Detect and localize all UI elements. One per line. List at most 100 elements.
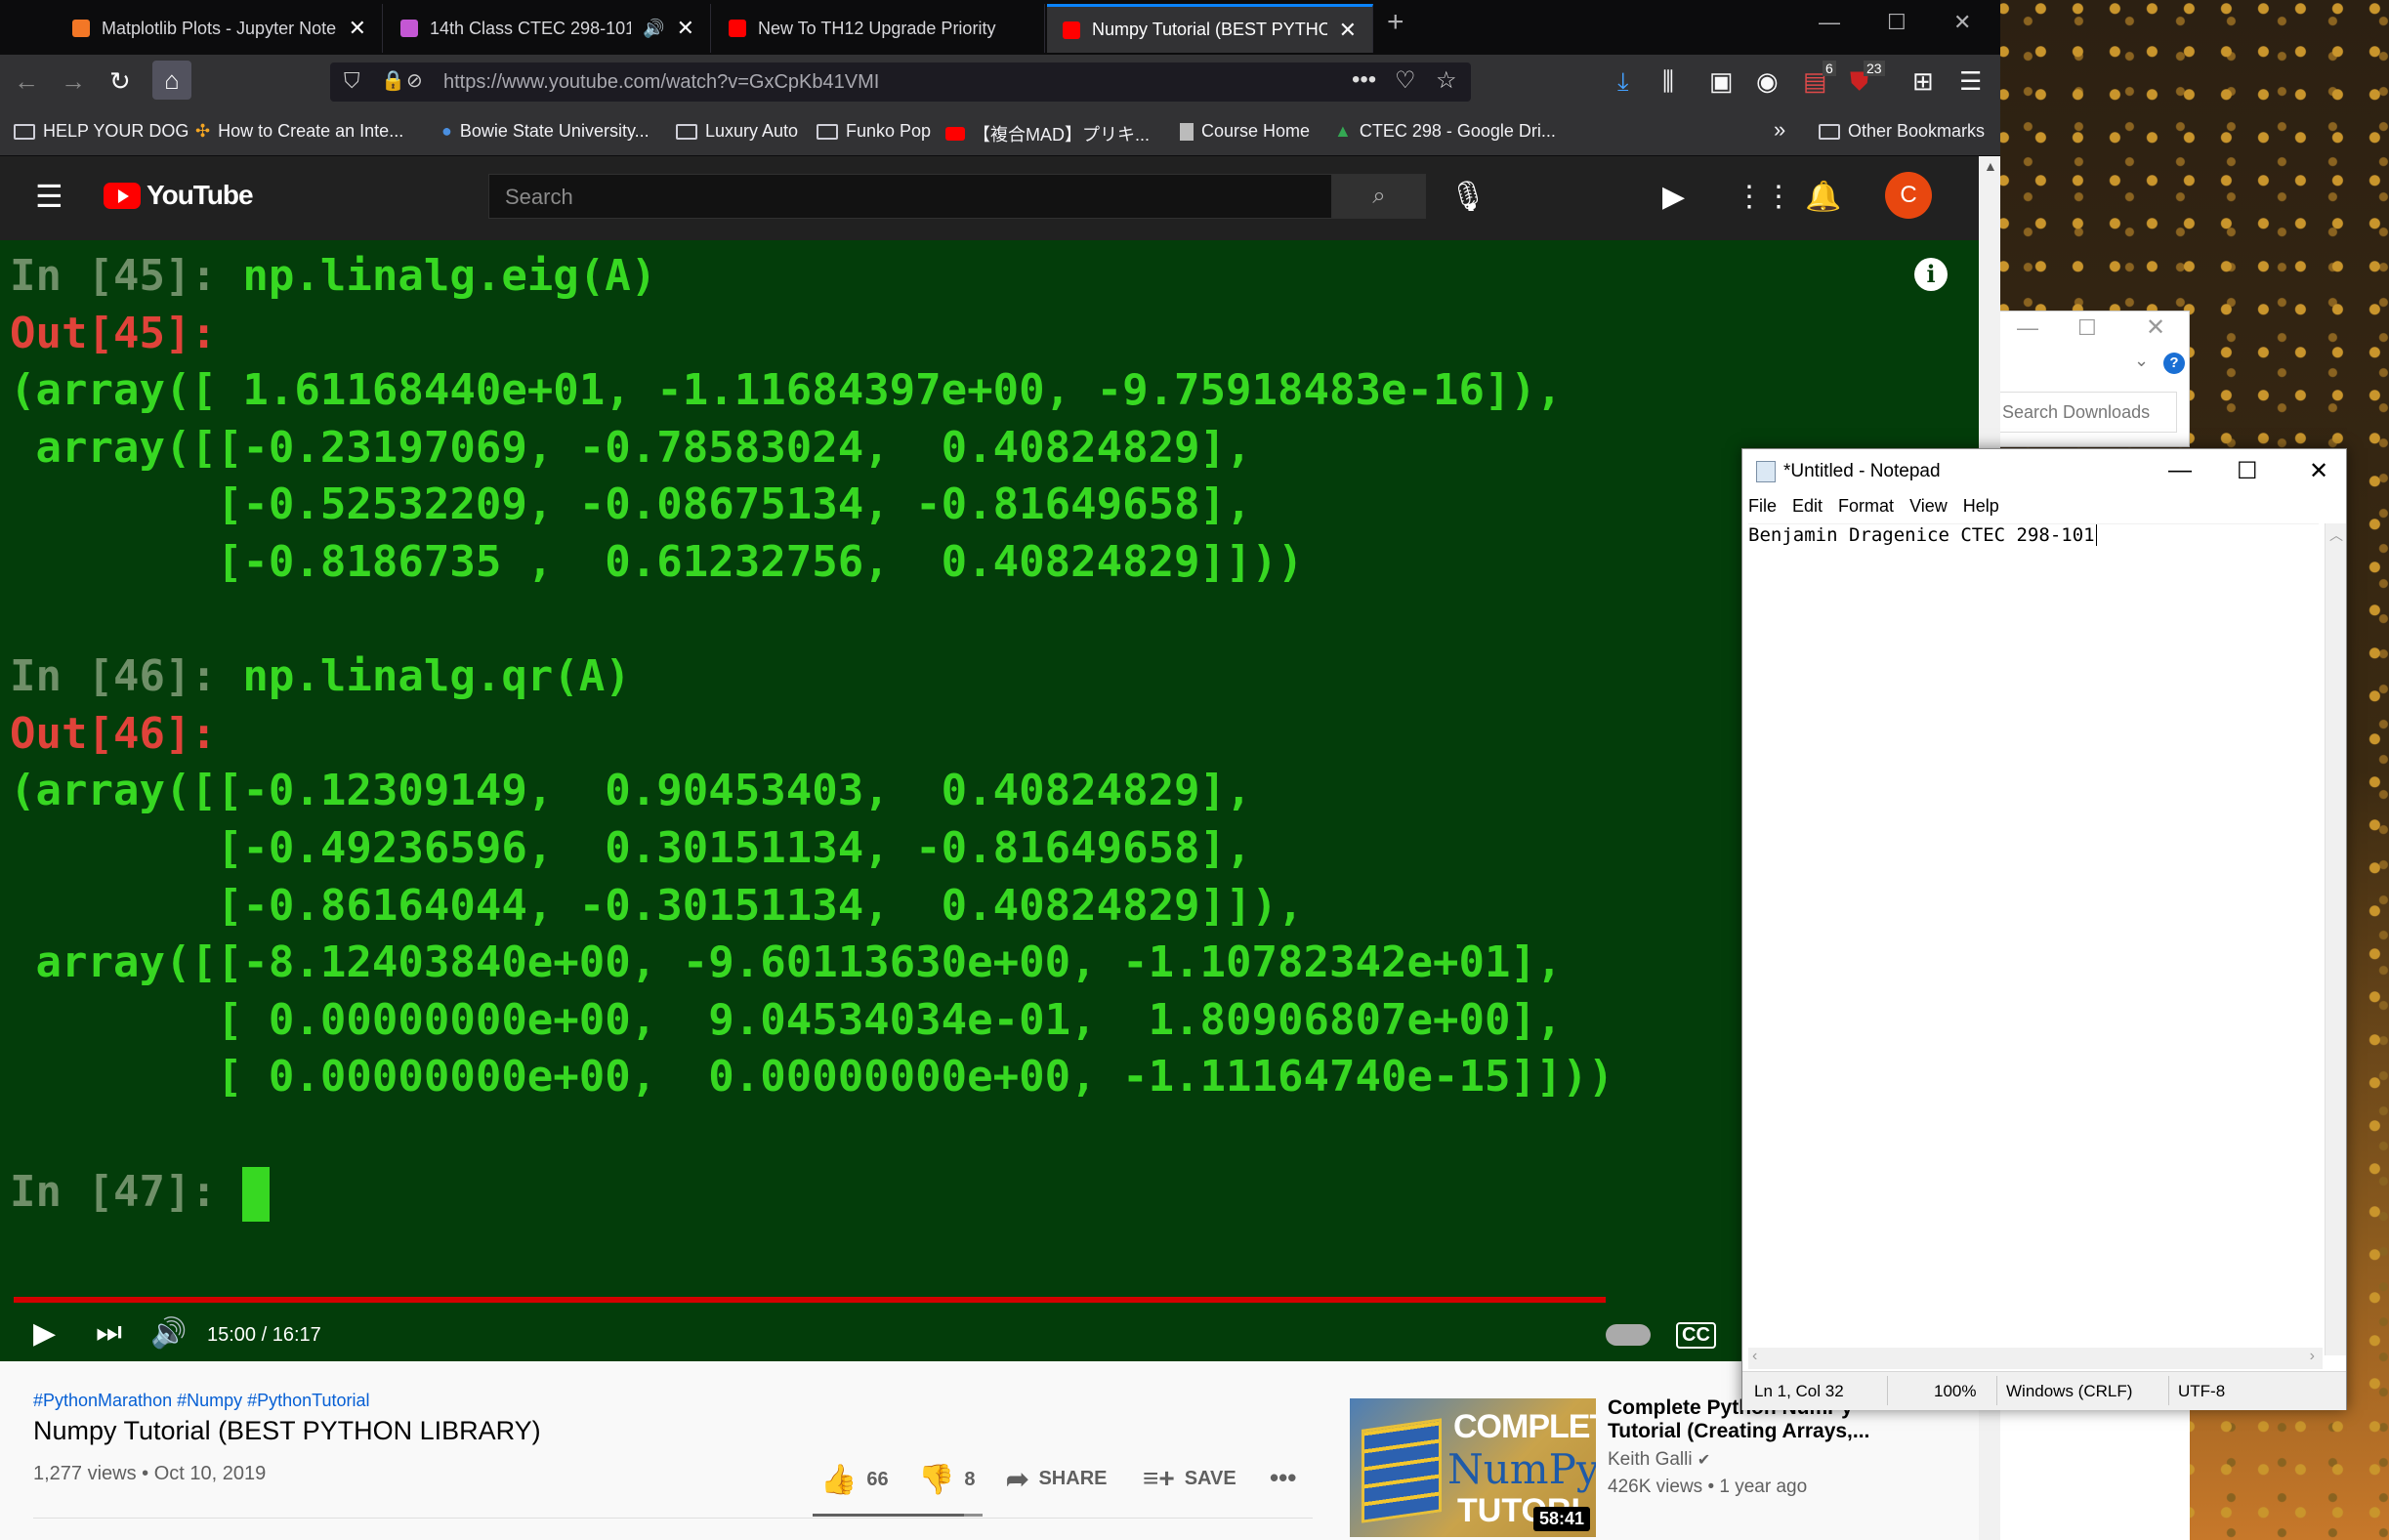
home-icon[interactable]: ⌂: [152, 61, 191, 100]
new-tab-icon[interactable]: +: [1387, 6, 1404, 39]
next-icon[interactable]: ⏭: [96, 1316, 122, 1350]
menu-format[interactable]: Format: [1838, 496, 1894, 517]
maximize-icon[interactable]: ☐: [2077, 315, 2097, 341]
menu-help[interactable]: Help: [1963, 496, 1999, 517]
menu-file[interactable]: File: [1748, 496, 1777, 517]
scroll-right-icon[interactable]: ›: [2310, 1348, 2315, 1365]
class-icon: [400, 20, 418, 37]
other-bookmarks[interactable]: Other Bookmarks: [1819, 121, 1985, 142]
menu-edit[interactable]: Edit: [1792, 496, 1823, 517]
menu-view[interactable]: View: [1909, 496, 1948, 517]
bookmark-item[interactable]: Funko Pop: [817, 121, 931, 142]
video-progress-bar[interactable]: [14, 1297, 1607, 1303]
menu-icon[interactable]: ☰: [1959, 66, 1982, 97]
notifications-bell-icon[interactable]: 🔔: [1805, 180, 1841, 214]
scroll-left-icon[interactable]: ‹: [1752, 1348, 1757, 1365]
speaker-icon[interactable]: 🔊: [643, 19, 664, 39]
bookmark-item[interactable]: 【複合MAD】プリキ...: [945, 121, 1150, 146]
console-line: array([[-0.23197069, -0.78583024, 0.4082…: [10, 422, 1252, 473]
recommended-thumbnail[interactable]: COMPLETE NumPy TUTORI 58:41: [1350, 1398, 1596, 1537]
chevron-down-icon[interactable]: ⌄: [2134, 351, 2149, 371]
scroll-up-icon[interactable]: ▲: [1984, 158, 1997, 174]
play-icon[interactable]: ▶: [33, 1316, 56, 1351]
permissions-icon[interactable]: ⊘: [406, 68, 423, 93]
status-divider: [1887, 1376, 1888, 1405]
reload-icon[interactable]: ↻: [109, 66, 131, 97]
share-button[interactable]: ➦ SHARE: [1006, 1463, 1107, 1495]
maximize-icon[interactable]: ☐: [1887, 10, 1907, 35]
vertical-scrollbar[interactable]: ︿: [2325, 523, 2346, 1355]
tab-th12[interactable]: New To TH12 Upgrade Priority: [713, 4, 1045, 53]
autoplay-toggle[interactable]: [1606, 1324, 1651, 1346]
tab-jupyter[interactable]: Matplotlib Plots - Jupyter Note ✕: [57, 4, 383, 53]
close-tab-icon[interactable]: ✕: [349, 16, 366, 41]
bookmark-item[interactable]: HELP YOUR DOG: [14, 121, 189, 142]
account-icon[interactable]: ◉: [1756, 66, 1779, 97]
more-actions-icon[interactable]: •••: [1270, 1463, 1296, 1493]
lock-icon[interactable]: 🔒: [381, 68, 405, 93]
player-controls: ▶ ⏭ 🔊 15:00 / 16:17 CC: [0, 1311, 1979, 1361]
close-tab-icon[interactable]: ✕: [1339, 18, 1357, 43]
share-label: SHARE: [1038, 1468, 1108, 1489]
more-bookmarks-icon[interactable]: »: [1774, 117, 1785, 143]
avatar[interactable]: C: [1885, 172, 1932, 219]
minimize-icon[interactable]: —: [1819, 10, 1840, 35]
page-actions-icon[interactable]: •••: [1352, 66, 1376, 94]
close-tab-icon[interactable]: ✕: [677, 16, 694, 41]
url-bar[interactable]: ⛉ 🔒 ⊘ https://www.youtube.com/watch?v=Gx…: [330, 62, 1471, 102]
video-info-section: #PythonMarathon #Numpy #PythonTutorial N…: [0, 1361, 1979, 1540]
page-icon: [1180, 122, 1194, 141]
forward-icon[interactable]: →: [61, 66, 86, 97]
numpy-cube-icon: [1362, 1418, 1442, 1523]
horizontal-scrollbar[interactable]: ‹ ›: [1748, 1348, 2323, 1369]
scroll-up-icon[interactable]: ︿: [2329, 525, 2343, 545]
close-icon[interactable]: ✕: [2309, 457, 2328, 485]
url-text[interactable]: https://www.youtube.com/watch?v=GxCpKb41…: [443, 71, 879, 94]
downloads-search-input[interactable]: Search Downloads: [1999, 392, 2177, 433]
like-ratio-bar: [813, 1514, 983, 1517]
download-icon[interactable]: ⤓: [1617, 66, 1629, 98]
sidebar-icon[interactable]: ▣: [1709, 66, 1734, 97]
captions-icon[interactable]: CC: [1676, 1322, 1716, 1349]
notepad-text-area[interactable]: Benjamin Dragenice CTEC 298-101: [1748, 523, 2319, 1344]
minimize-icon[interactable]: —: [2017, 315, 2038, 341]
create-video-icon[interactable]: ▶: [1662, 180, 1685, 214]
save-button[interactable]: ≡+ SAVE: [1143, 1463, 1236, 1494]
close-icon[interactable]: ✕: [2146, 313, 2165, 342]
bookmark-item[interactable]: ▲ CTEC 298 - Google Dri...: [1334, 121, 1556, 142]
tab-numpy-active[interactable]: Numpy Tutorial (BEST PYTHON ✕: [1047, 4, 1373, 53]
bookmark-item[interactable]: Course Home: [1180, 121, 1310, 142]
bookmark-item[interactable]: ✣ How to Create an Inte...: [195, 121, 403, 142]
time-display: 15:00 / 16:17: [207, 1324, 321, 1346]
bookmark-label: HELP YOUR DOG: [43, 121, 189, 141]
bookmark-item[interactable]: Luxury Auto: [676, 121, 798, 142]
volume-icon[interactable]: 🔊: [150, 1316, 187, 1351]
microphone-icon[interactable]: 🎙: [1449, 180, 1487, 214]
extensions-icon[interactable]: ⊞: [1912, 66, 1934, 97]
bookmark-star-icon[interactable]: ☆: [1436, 66, 1457, 95]
console-line: [-0.49236596, 0.30151134, -0.81649658],: [10, 822, 1252, 873]
help-icon[interactable]: ?: [2163, 353, 2185, 374]
info-icon[interactable]: i: [1914, 258, 1948, 291]
shield-icon[interactable]: ⛉: [344, 68, 360, 94]
library-icon[interactable]: ⫼: [1662, 66, 1674, 98]
pocket-icon[interactable]: ♡: [1395, 66, 1416, 95]
dislike-button[interactable]: 👎 8: [918, 1463, 975, 1497]
back-icon[interactable]: ←: [14, 66, 39, 97]
minimize-icon[interactable]: —: [2168, 457, 2192, 484]
video-player[interactable]: In [45]: np.linalg.eig(A) Out[45]: (array(…: [0, 240, 1979, 1361]
apps-grid-icon[interactable]: ⋮⋮: [1735, 180, 1793, 214]
bookmark-item[interactable]: ● Bowie State University...: [441, 121, 650, 142]
maximize-icon[interactable]: ☐: [2237, 457, 2258, 485]
hashtags[interactable]: #PythonMarathon #Numpy #PythonTutorial: [33, 1391, 370, 1411]
like-button[interactable]: 👍 66: [820, 1463, 889, 1497]
recommended-channel[interactable]: Keith Galli ✔: [1608, 1449, 1710, 1471]
search-icon[interactable]: ⌕: [1332, 174, 1426, 219]
hamburger-menu-icon[interactable]: ☰: [35, 178, 63, 215]
tab-title: 14th Class CTEC 298-101 Sp: [430, 18, 632, 38]
youtube-search-input[interactable]: Search: [488, 174, 1332, 219]
close-window-icon[interactable]: ✕: [1953, 10, 1971, 35]
youtube-logo[interactable]: YouTube: [104, 180, 254, 211]
tab-class[interactable]: 14th Class CTEC 298-101 Sp 🔊 ✕: [385, 4, 711, 53]
extension-badge: 6: [1823, 61, 1836, 76]
